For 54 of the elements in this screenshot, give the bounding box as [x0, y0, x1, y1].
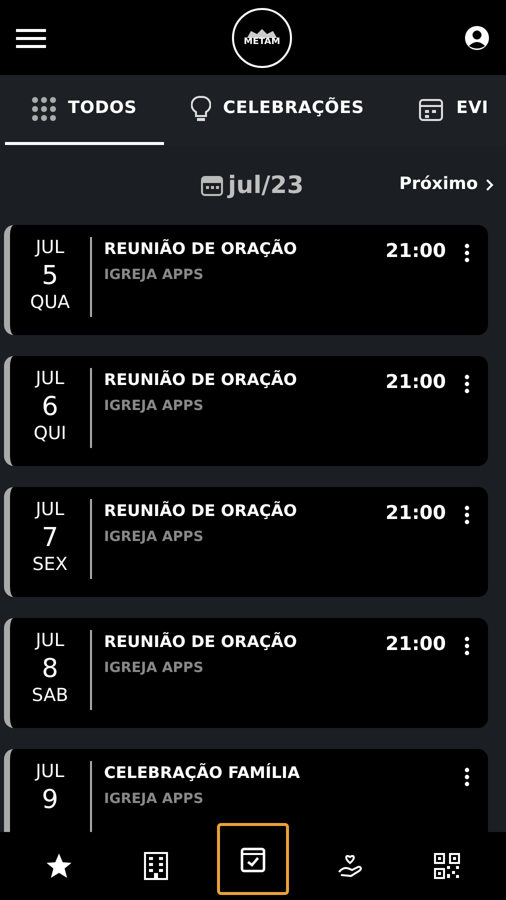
day-number: 9 — [42, 784, 58, 816]
account-icon[interactable] — [464, 24, 490, 50]
qr-code-icon — [434, 853, 460, 879]
event-card[interactable]: JUL 8 SAB REUNIÃO DE ORAÇÃO IGREJA APPS 21:00 — [4, 618, 488, 728]
event-card[interactable]: JUL 9 CELEBRAÇÃO FAMÍLIA IGREJA APPS — [4, 749, 488, 832]
event-time: 21:00 — [386, 370, 446, 395]
weekday-text: SAB — [32, 685, 68, 708]
day-number: 7 — [42, 522, 58, 554]
more-icon[interactable] — [464, 505, 470, 525]
month-label: jul/23 — [228, 170, 304, 201]
event-title: REUNIÃO DE ORAÇÃO — [104, 631, 298, 653]
filter-tab[interactable]: TODOS — [5, 75, 164, 145]
grid-icon — [32, 96, 56, 120]
logo-text: METAM — [244, 38, 280, 47]
event-card[interactable]: JUL 5 QUA REUNIÃO DE ORAÇÃO IGREJA APPS 21:00 — [4, 225, 488, 335]
filter-tab[interactable]: CELEBRAÇÕES — [164, 75, 392, 145]
event-card[interactable]: JUL 7 SEX REUNIÃO DE ORAÇÃO IGREJA APPS 21:00 — [4, 487, 488, 597]
menu-icon[interactable] — [16, 28, 46, 48]
event-subtitle: IGREJA APPS — [104, 397, 204, 416]
event-time: 21:00 — [386, 632, 446, 657]
event-title: CELEBRAÇÃO FAMÍLIA — [104, 762, 301, 784]
event-subtitle: IGREJA APPS — [104, 528, 204, 547]
weekday-text: SEX — [32, 554, 68, 576]
calendar-icon — [200, 173, 224, 197]
month-text: JUL — [36, 368, 64, 390]
more-icon[interactable] — [464, 374, 470, 394]
next-button[interactable]: Próximo — [399, 172, 494, 198]
weekday-text: QUI — [34, 423, 66, 446]
weekday-text: QUA — [30, 292, 70, 314]
hand-heart-icon — [336, 852, 364, 880]
event-subtitle: IGREJA APPS — [104, 790, 204, 809]
month-text: JUL — [36, 237, 64, 260]
nav-button[interactable] — [216, 823, 289, 895]
event-card[interactable]: JUL 6 QUI REUNIÃO DE ORAÇÃO IGREJA APPS 21:00 — [4, 356, 488, 466]
event-time: 21:00 — [386, 239, 446, 264]
day-number: 5 — [42, 260, 58, 292]
event-time: 21:00 — [386, 501, 446, 526]
event-subtitle: IGREJA APPS — [104, 266, 204, 285]
month-text: JUL — [36, 499, 64, 522]
calendar-check-icon — [240, 845, 266, 873]
lightbulb-icon — [190, 94, 211, 122]
event-subtitle: IGREJA APPS — [104, 659, 204, 678]
more-icon[interactable] — [464, 767, 470, 787]
day-number: 6 — [42, 390, 58, 423]
month-text: JUL — [36, 761, 64, 784]
filter-tab[interactable]: EVI — [391, 75, 506, 145]
more-icon[interactable] — [464, 636, 470, 656]
month-text: JUL — [36, 630, 64, 652]
more-icon[interactable] — [464, 243, 470, 263]
event-title: REUNIÃO DE ORAÇÃO — [104, 238, 298, 260]
chevron-icon — [486, 179, 494, 191]
event-title: REUNIÃO DE ORAÇÃO — [104, 500, 298, 522]
event-title: REUNIÃO DE ORAÇÃO — [104, 369, 298, 391]
day-number: 8 — [42, 652, 58, 685]
